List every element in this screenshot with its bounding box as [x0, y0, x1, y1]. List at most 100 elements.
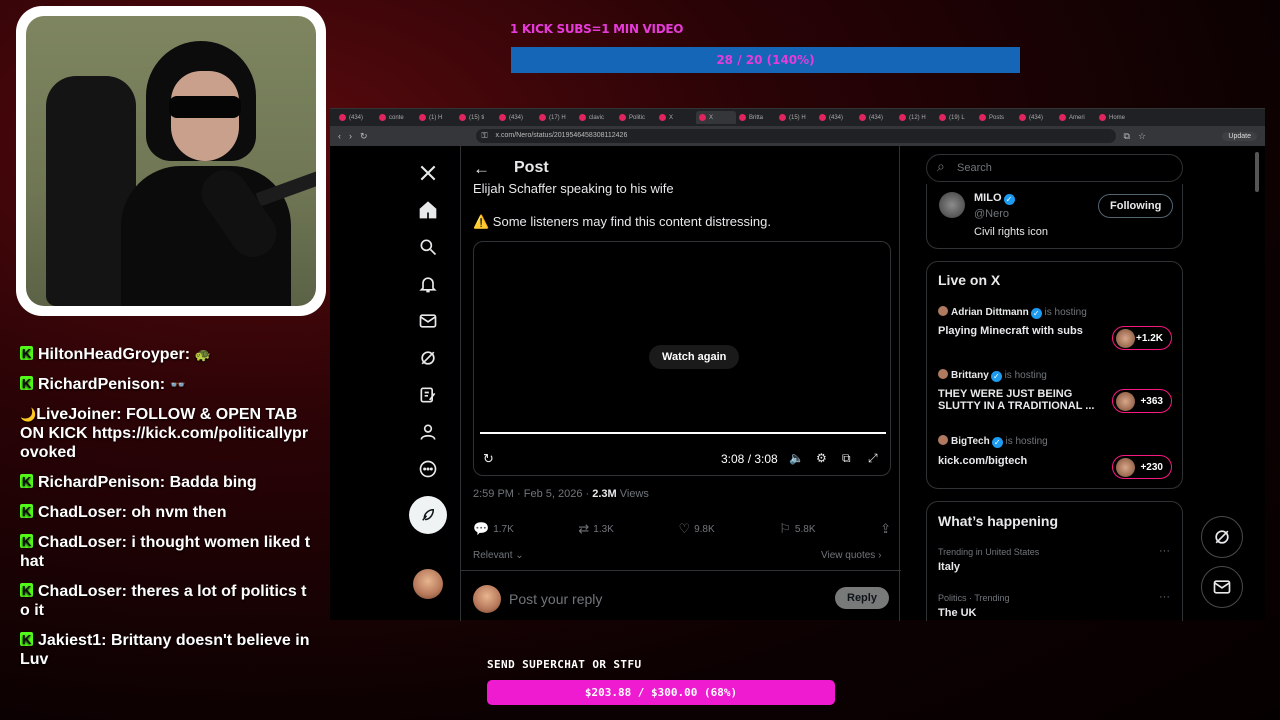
search-icon[interactable]	[408, 228, 448, 265]
search-input[interactable]: Search	[926, 154, 1183, 182]
browser-tab[interactable]: (15) ti	[456, 111, 496, 124]
browser-tab[interactable]: X	[656, 111, 696, 124]
compose-icon	[422, 508, 435, 521]
edit-icon[interactable]	[408, 376, 448, 413]
browser-tab[interactable]: (434)	[1016, 111, 1056, 124]
browser-tab[interactable]: (19) L	[936, 111, 976, 124]
repost-action[interactable]: ⇄ 1.3K	[578, 521, 613, 537]
home-icon[interactable]	[408, 191, 448, 228]
bookmark-icon[interactable]: ☆	[1138, 131, 1146, 142]
browser-tab[interactable]: Politic	[616, 111, 656, 124]
chat-message: ChadLoser: oh nvm then	[20, 502, 310, 522]
more-options-icon[interactable]: ···	[1159, 591, 1170, 603]
replay-icon[interactable]: ↻	[483, 451, 494, 467]
update-button[interactable]: Update	[1222, 131, 1257, 141]
back-arrow-icon[interactable]: ←	[473, 159, 490, 179]
browser-tab[interactable]: (434)	[856, 111, 896, 124]
tab-favicon-icon	[979, 114, 986, 121]
reply-button[interactable]: Reply	[835, 587, 889, 609]
tab-favicon-icon	[459, 114, 466, 121]
like-action[interactable]: ♡ 9.8K	[678, 521, 714, 537]
profile-icon[interactable]	[408, 413, 448, 450]
view-quotes-link[interactable]: View quotes ›	[821, 550, 881, 561]
browser-tab[interactable]: (12) H	[896, 111, 936, 124]
bell-icon[interactable]	[408, 265, 448, 302]
kick-badge-icon	[20, 532, 33, 551]
more-icon[interactable]	[408, 450, 448, 487]
grok-fab-button[interactable]	[1201, 516, 1243, 558]
browser-tab[interactable]: conte	[376, 111, 416, 124]
extensions-icon[interactable]: ⧉	[1124, 131, 1130, 142]
browser-tab[interactable]: (434)	[496, 111, 536, 124]
back-nav-icon[interactable]: ‹	[338, 131, 341, 141]
browser-tab[interactable]: clavic	[576, 111, 616, 124]
avatar[interactable]	[939, 192, 965, 218]
tab-label: conte	[389, 114, 404, 121]
trend-context: Trending in United States	[938, 547, 1040, 557]
fullscreen-icon[interactable]: ⤢	[868, 451, 878, 466]
volume-icon[interactable]: 🔈	[789, 451, 804, 465]
repost-icon: ⇄	[578, 521, 590, 536]
tab-label: (17) H	[549, 114, 566, 121]
reload-icon[interactable]: ↻	[360, 131, 368, 142]
browser-tab[interactable]: (434)	[816, 111, 856, 124]
browser-tab[interactable]: (434)	[336, 111, 376, 124]
watch-again-button[interactable]: Watch again	[649, 345, 740, 369]
live-listener-count[interactable]: +230	[1112, 455, 1172, 479]
browser-tab[interactable]: Ameri	[1056, 111, 1096, 124]
video-time: 3:08 / 3:08	[721, 452, 778, 466]
reply-action[interactable]: 💬 1.7K	[473, 521, 514, 537]
messages-fab-button[interactable]	[1201, 566, 1243, 608]
tab-label: (434)	[869, 114, 884, 121]
x-logo-icon[interactable]	[408, 154, 448, 191]
live-stream-title[interactable]: kick.com/bigtech	[938, 455, 1103, 467]
grok-icon[interactable]	[408, 339, 448, 376]
browser-tab[interactable]: (17) H	[536, 111, 576, 124]
browser-tab[interactable]: (15) H	[776, 111, 816, 124]
share-action[interactable]: ⇪	[880, 521, 891, 537]
tab-label: clavic	[589, 114, 605, 121]
video-progress-bar[interactable]	[480, 432, 886, 434]
reply-composer: Post your reply Reply	[461, 570, 901, 621]
live-stream-title[interactable]: THEY WERE JUST BEING SLUTTY IN A TRADITI…	[938, 388, 1103, 412]
forward-nav-icon[interactable]: ›	[349, 131, 352, 141]
more-options-icon[interactable]: ···	[1159, 545, 1170, 557]
chat-message: ChadLoser: theres a lot of politics to i…	[20, 581, 310, 620]
browser-tab[interactable]: Posts	[976, 111, 1016, 124]
webcam-video	[26, 16, 316, 306]
chat-message: 🌙LiveJoiner: FOLLOW & OPEN TAB ON KICK h…	[20, 406, 309, 461]
tab-favicon-icon	[579, 114, 586, 121]
trend-name[interactable]: Italy	[938, 561, 960, 573]
share-icon: ⇪	[880, 521, 891, 536]
tab-favicon-icon	[859, 114, 866, 121]
trend-name[interactable]: The UK	[938, 607, 977, 619]
following-button[interactable]: Following	[1098, 194, 1174, 218]
tab-favicon-icon	[1059, 114, 1066, 121]
compose-button[interactable]	[409, 496, 447, 534]
chat-message: Jakiest1: Brittany doesn't believe inLuv	[20, 630, 310, 669]
bookmark-action[interactable]: ⚐ 5.8K	[779, 521, 815, 537]
tab-label: (434)	[829, 114, 844, 121]
video-player[interactable]: Watch again ↻ 3:08 / 3:08 🔈 ⚙ ⧉ ⤢	[473, 241, 891, 476]
live-listener-count[interactable]: +1.2K	[1112, 326, 1172, 350]
tab-favicon-icon	[939, 114, 946, 121]
browser-tab[interactable]: Britta	[736, 111, 776, 124]
live-title: Live on X	[938, 272, 1001, 288]
scrollbar[interactable]	[1255, 152, 1259, 192]
heart-icon: ♡	[678, 521, 691, 536]
stream-chat: HiltonHeadGroyper: 🐢 RichardPenison: 👓 🌙…	[20, 344, 310, 680]
reply-input[interactable]: Post your reply	[509, 591, 602, 607]
browser-tab[interactable]: (1) H	[416, 111, 456, 124]
browser-tab[interactable]: X	[696, 111, 736, 124]
webcam-frame	[16, 6, 326, 316]
tab-favicon-icon	[499, 114, 506, 121]
live-stream-title[interactable]: Playing Minecraft with subs	[938, 325, 1103, 337]
browser-tab[interactable]: Home	[1096, 111, 1136, 124]
account-avatar[interactable]	[413, 569, 443, 599]
mail-icon[interactable]	[408, 302, 448, 339]
pip-icon[interactable]: ⧉	[842, 451, 851, 466]
url-field[interactable]: x.com/Nero/status/2019546458308112426	[475, 129, 1116, 143]
settings-icon[interactable]: ⚙	[816, 451, 827, 465]
live-listener-count[interactable]: +363	[1112, 389, 1172, 413]
reply-sort-dropdown[interactable]: Relevant ⌄	[473, 550, 524, 561]
